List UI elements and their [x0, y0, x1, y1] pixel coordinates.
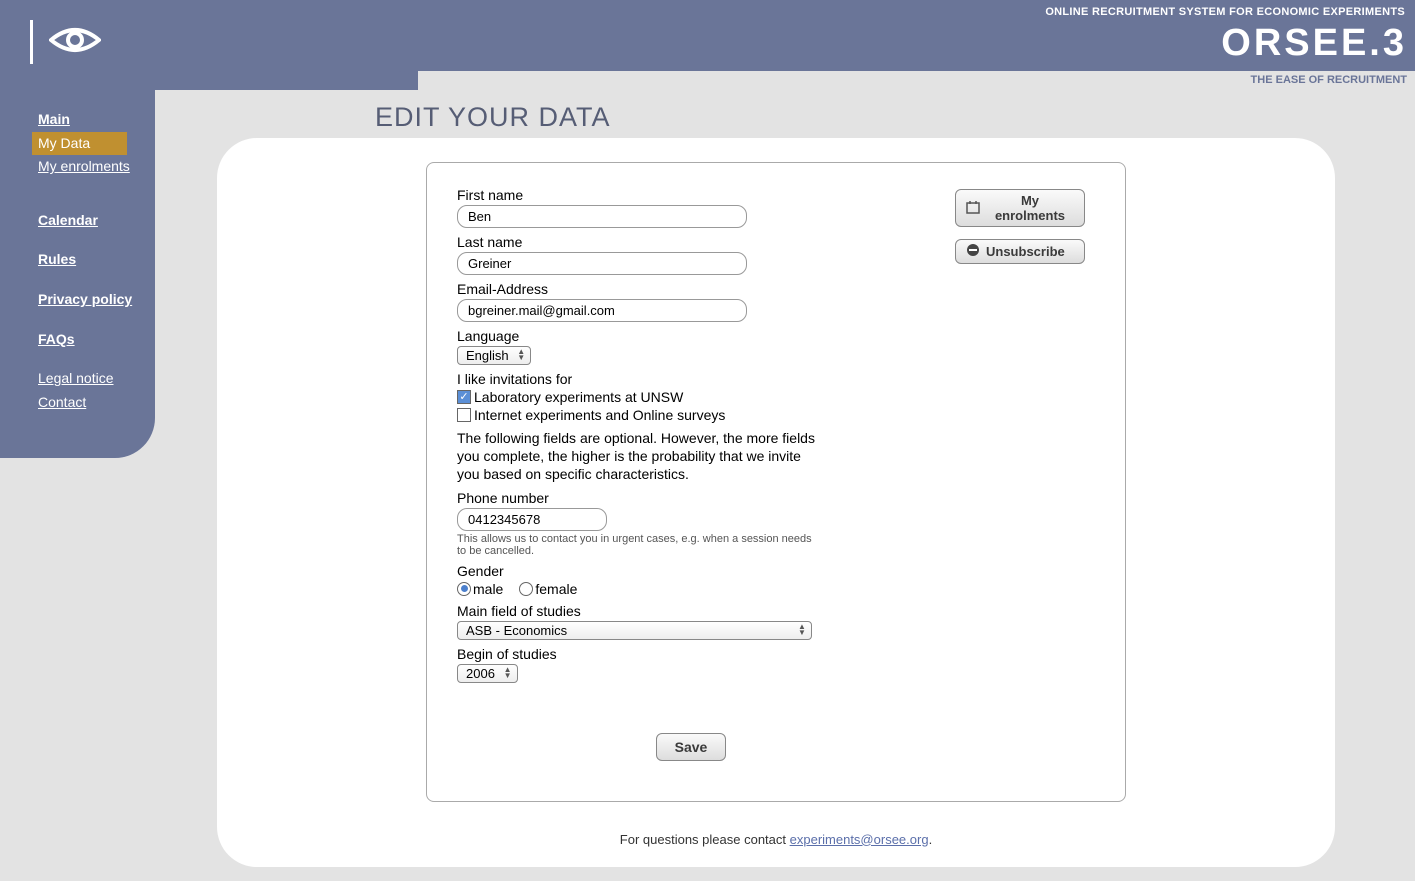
- select-arrows-icon: ▲▼: [516, 349, 526, 361]
- phone-label: Phone number: [457, 490, 925, 506]
- gender-female-radio[interactable]: [519, 582, 533, 596]
- invite-online-label: Internet experiments and Online surveys: [474, 407, 725, 423]
- nav-calendar[interactable]: Calendar: [0, 209, 155, 233]
- brand-name: ORSEE.3: [1221, 22, 1407, 65]
- gender-label: Gender: [457, 563, 925, 579]
- nav-my-enrolments[interactable]: My enrolments: [0, 155, 155, 179]
- nav-contact[interactable]: Contact: [0, 391, 155, 415]
- header-tagline: ONLINE RECRUITMENT SYSTEM FOR ECONOMIC E…: [1045, 6, 1405, 18]
- content-card: First name Last name Email-Address Langu…: [217, 138, 1335, 867]
- nav-main[interactable]: Main: [0, 108, 155, 132]
- select-arrows-icon: ▲▼: [797, 624, 807, 636]
- nav-my-data[interactable]: My Data: [32, 132, 127, 156]
- first-name-input[interactable]: [457, 205, 747, 228]
- nav-legal[interactable]: Legal notice: [0, 367, 155, 391]
- eye-icon: [49, 24, 101, 61]
- optional-note: The following fields are optional. Howev…: [457, 429, 817, 484]
- footer-contact: For questions please contact experiments…: [277, 832, 1275, 847]
- invite-lab-label: Laboratory experiments at UNSW: [474, 389, 683, 405]
- calendar-icon: [966, 200, 980, 217]
- phone-input[interactable]: [457, 508, 607, 531]
- email-label: Email-Address: [457, 281, 925, 297]
- language-label: Language: [457, 328, 925, 344]
- save-button-label: Save: [675, 739, 708, 755]
- last-name-label: Last name: [457, 234, 925, 250]
- select-arrows-icon: ▲▼: [503, 667, 513, 679]
- begin-studies-label: Begin of studies: [457, 646, 925, 662]
- field-of-studies-value: ASB - Economics: [466, 623, 567, 638]
- language-select[interactable]: English ▲▼: [457, 346, 531, 365]
- logo: [30, 20, 101, 64]
- save-button[interactable]: Save: [656, 733, 727, 761]
- header: ONLINE RECRUITMENT SYSTEM FOR ECONOMIC E…: [0, 0, 1415, 90]
- last-name-input[interactable]: [457, 252, 747, 275]
- gender-male-radio[interactable]: [457, 582, 471, 596]
- invite-lab-checkbox[interactable]: ✓: [457, 390, 471, 404]
- email-input[interactable]: [457, 299, 747, 322]
- footer-email-link[interactable]: experiments@orsee.org: [790, 832, 929, 847]
- my-enrolments-button[interactable]: My enrolments: [955, 189, 1085, 227]
- gender-female-label: female: [535, 581, 577, 597]
- invitations-label: I like invitations for: [457, 371, 925, 387]
- phone-hint: This allows us to contact you in urgent …: [457, 533, 817, 557]
- field-of-studies-label: Main field of studies: [457, 603, 925, 619]
- unsubscribe-label: Unsubscribe: [986, 244, 1065, 259]
- begin-studies-select[interactable]: 2006 ▲▼: [457, 664, 518, 683]
- first-name-label: First name: [457, 187, 925, 203]
- page-title: EDIT YOUR DATA: [375, 102, 611, 133]
- begin-studies-value: 2006: [466, 666, 495, 681]
- sidebar: Main My Data My enrolments Calendar Rule…: [0, 90, 155, 458]
- my-enrolments-label: My enrolments: [986, 193, 1074, 223]
- nav-privacy[interactable]: Privacy policy: [0, 288, 155, 312]
- language-value: English: [466, 348, 509, 363]
- gender-male-label: male: [473, 581, 503, 597]
- form-panel: First name Last name Email-Address Langu…: [426, 162, 1126, 802]
- minus-circle-icon: [966, 243, 980, 260]
- nav-rules[interactable]: Rules: [0, 248, 155, 272]
- unsubscribe-button[interactable]: Unsubscribe: [955, 239, 1085, 264]
- content-area: EDIT YOUR DATA First name Last name Emai…: [155, 90, 1415, 881]
- nav-faqs[interactable]: FAQs: [0, 328, 155, 352]
- header-subtagline: THE EASE OF RECRUITMENT: [1251, 74, 1407, 86]
- field-of-studies-select[interactable]: ASB - Economics ▲▼: [457, 621, 812, 640]
- invite-online-checkbox[interactable]: [457, 408, 471, 422]
